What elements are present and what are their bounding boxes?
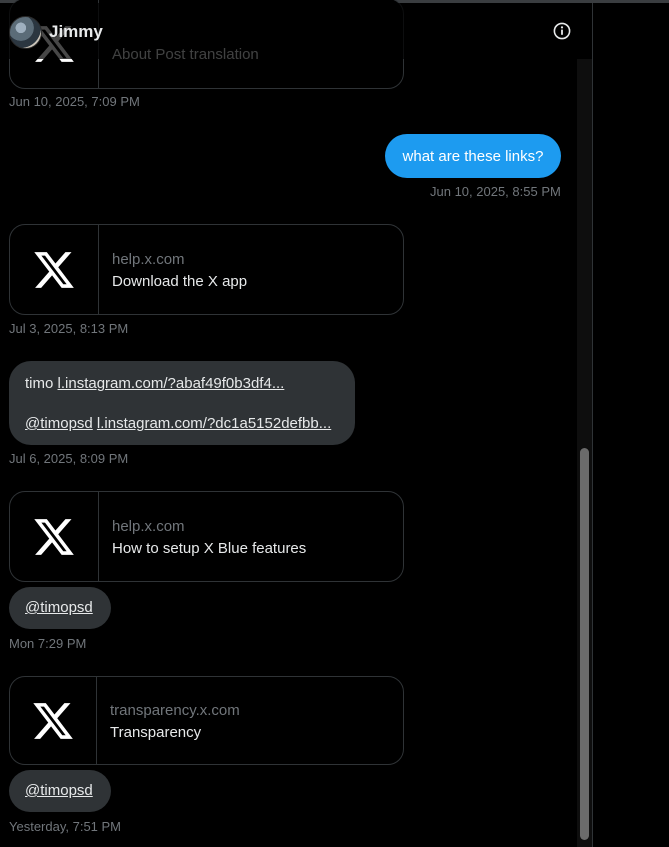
link-card-x-blue[interactable]: help.x.com How to setup X Blue features: [9, 491, 404, 582]
link-card-domain: transparency.x.com: [110, 702, 240, 719]
incoming-message-links: timo l.instagram.com/?abaf49f0b3df4... @…: [9, 361, 355, 445]
x-logo-icon: [10, 225, 99, 314]
timestamp: Jun 10, 2025, 8:55 PM: [430, 184, 561, 199]
info-icon[interactable]: [553, 22, 571, 40]
link-card-download-app[interactable]: help.x.com Download the X app: [9, 224, 404, 315]
link-card-title: How to setup X Blue features: [112, 540, 307, 557]
link-card-title: Download the X app: [112, 273, 248, 290]
x-logo-icon: [10, 677, 97, 764]
timestamp: Mon 7:29 PM: [9, 636, 87, 651]
link-card-transparency[interactable]: transparency.x.com Transparency: [9, 676, 404, 765]
side-panel: [592, 3, 669, 847]
incoming-message-mention: @timopsd: [9, 770, 111, 812]
message-text: timo: [25, 375, 54, 392]
timestamp: Jul 3, 2025, 8:13 PM: [9, 321, 129, 336]
x-logo-icon: [10, 492, 99, 581]
outgoing-message[interactable]: what are these links?: [385, 134, 561, 178]
conversation-name[interactable]: Jimmy: [49, 22, 103, 42]
conversation-header: Jimmy: [0, 3, 592, 59]
link-card-domain: help.x.com: [112, 251, 185, 268]
timestamp: Jul 6, 2025, 8:09 PM: [9, 451, 129, 466]
link-card-title: Transparency: [110, 724, 202, 741]
mention-link[interactable]: @timopsd: [25, 782, 93, 799]
timestamp: Yesterday, 7:51 PM: [9, 819, 122, 834]
incoming-message-mention: @timopsd: [9, 587, 111, 629]
timestamp: Jun 10, 2025, 7:09 PM: [9, 94, 140, 109]
avatar[interactable]: [9, 16, 42, 49]
link-card-domain: help.x.com: [112, 518, 185, 535]
mention-link[interactable]: @timopsd: [25, 415, 93, 432]
scrollbar-thumb[interactable]: [580, 448, 589, 840]
mention-link[interactable]: @timopsd: [25, 599, 93, 616]
instagram-link-2[interactable]: l.instagram.com/?dc1a5152defbb...: [97, 415, 331, 432]
instagram-link-1[interactable]: l.instagram.com/?abaf49f0b3df4...: [58, 375, 285, 392]
